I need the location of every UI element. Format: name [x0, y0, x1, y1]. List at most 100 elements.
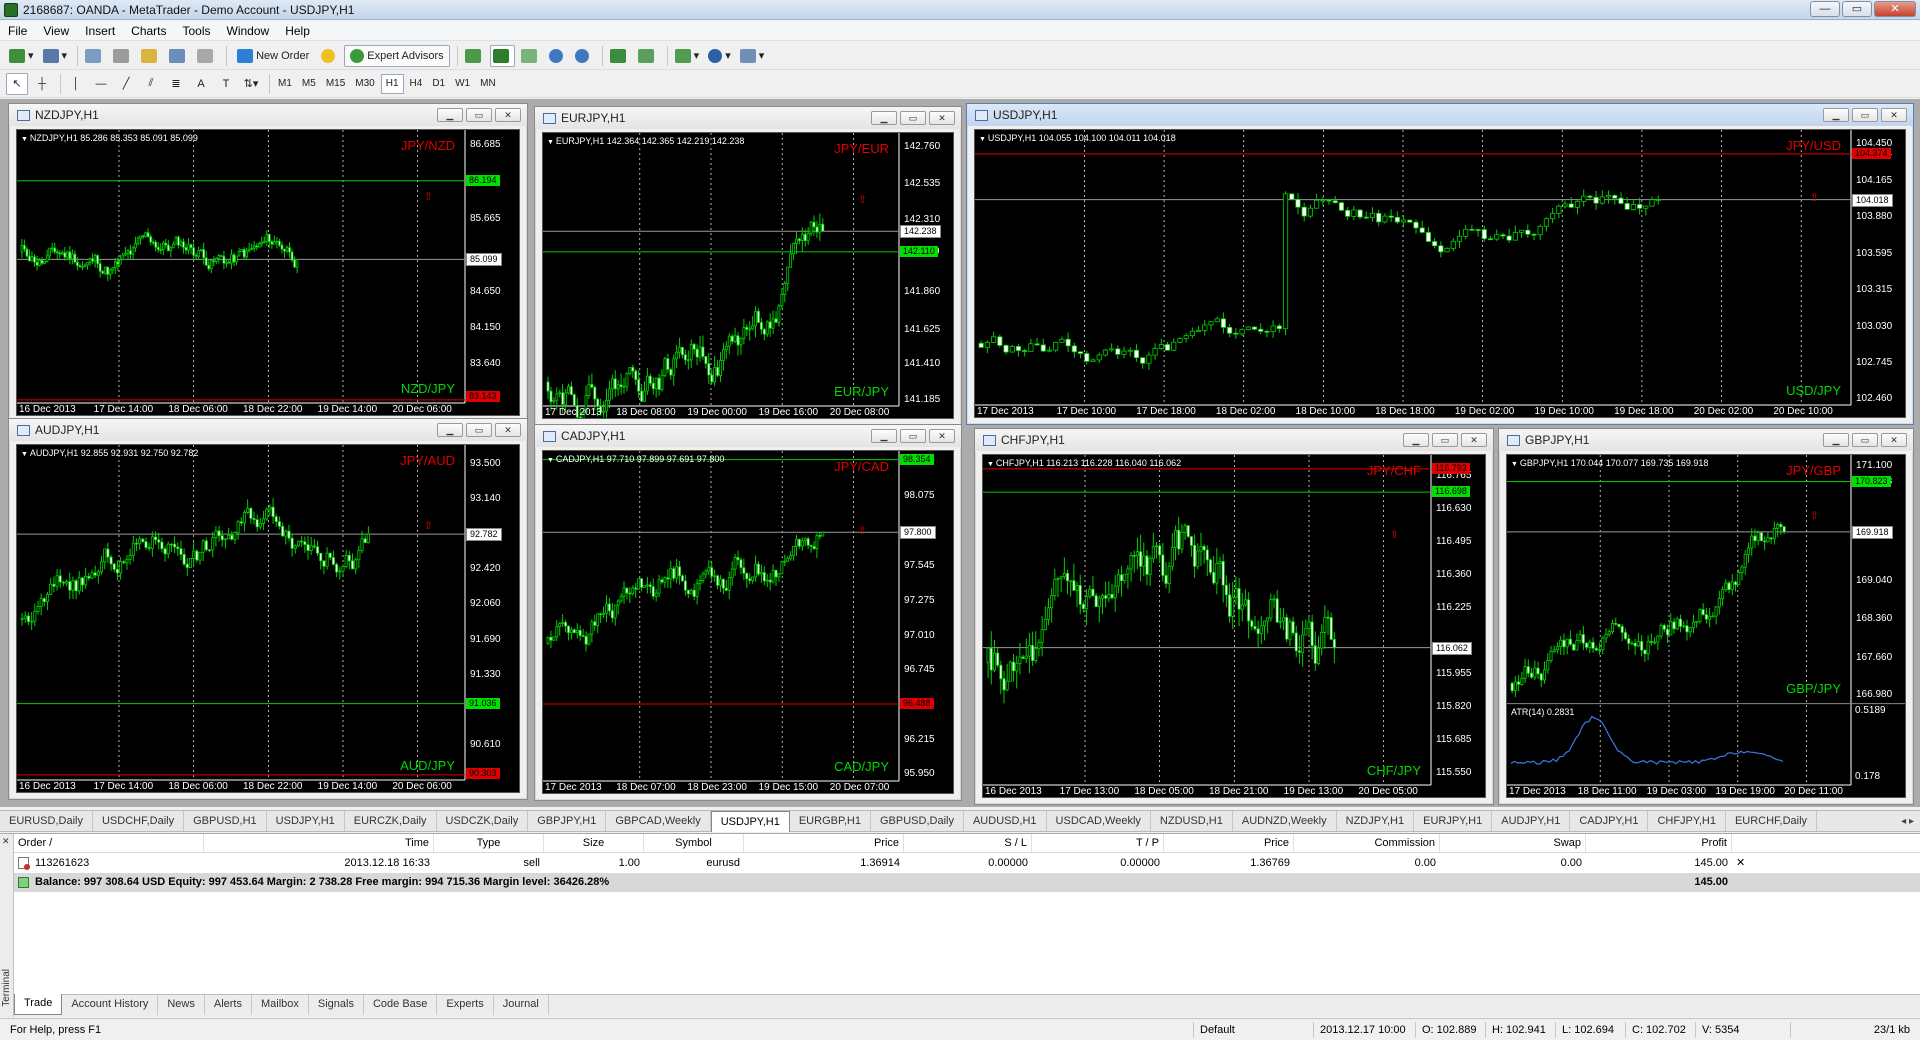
- arrows-tool[interactable]: ⇅▾: [240, 73, 262, 95]
- templates-button[interactable]: ▾: [737, 45, 768, 67]
- trade-arrow-icon[interactable]: ⇧: [1810, 509, 1819, 522]
- text-tool[interactable]: A: [190, 73, 212, 95]
- chart-close-button[interactable]: ✕: [495, 108, 521, 122]
- terminal-tab-signals[interactable]: Signals: [309, 995, 364, 1015]
- menu-tools[interactable]: Tools: [175, 21, 219, 41]
- chart-tab[interactable]: GBPUSD,Daily: [871, 811, 964, 831]
- trade-arrow-icon[interactable]: ⇧: [858, 524, 867, 537]
- menu-insert[interactable]: Insert: [77, 21, 123, 41]
- periods-button[interactable]: ▾: [705, 45, 734, 67]
- data-window-button[interactable]: [110, 45, 135, 67]
- chart-maximize-button[interactable]: ▭: [900, 111, 926, 125]
- chart-maximize-button[interactable]: ▭: [1852, 433, 1878, 447]
- column-header[interactable]: T / P: [1032, 834, 1164, 852]
- trade-arrow-icon[interactable]: ⇧: [1810, 191, 1819, 204]
- chart-window-usdjpy[interactable]: USDJPY,H1 ▁▭✕ USDJPY,H1 104.055 104.100 …: [966, 103, 1914, 425]
- column-header[interactable]: Symbol: [644, 834, 744, 852]
- chart-window-caption[interactable]: GBPJPY,H1 ▁ ▭ ✕: [1499, 429, 1913, 451]
- chart-window-caption[interactable]: CADJPY,H1 ▁ ▭ ✕: [535, 425, 961, 447]
- minimize-button[interactable]: —: [1810, 1, 1840, 17]
- cursor-tool[interactable]: ↖: [6, 72, 28, 95]
- chart-tab[interactable]: EURJPY,H1: [1414, 811, 1493, 831]
- candlestick-button[interactable]: [489, 44, 515, 67]
- chart-tab[interactable]: USDCHF,Daily: [93, 811, 185, 831]
- chart-minimize-button[interactable]: ▁: [1403, 433, 1429, 447]
- terminal-close-icon[interactable]: ✕: [2, 836, 10, 847]
- chart-tab[interactable]: AUDJPY,H1: [1492, 811, 1571, 831]
- column-header[interactable]: Type: [434, 834, 544, 852]
- terminal-tab-account-history[interactable]: Account History: [62, 995, 159, 1015]
- channel-tool[interactable]: ⫽: [140, 73, 162, 95]
- close-order-icon[interactable]: ✕: [1732, 854, 1750, 873]
- chart-plot-area[interactable]: AUDJPY,H1 92.855 92.931 92.750 92.782 JPY…: [16, 444, 520, 793]
- tester-button[interactable]: [194, 45, 219, 67]
- maximize-button[interactable]: ▭: [1842, 1, 1872, 17]
- chart-window-audjpy[interactable]: AUDJPY,H1 ▁▭✕ AUDJPY,H1 92.855 92.931 92…: [8, 418, 528, 800]
- chart-minimize-button[interactable]: ▁: [1823, 433, 1849, 447]
- chart-window-nzdjpy[interactable]: NZDJPY,H1 ▁▭✕ NZDJPY,H1 85.286 85.353 85…: [8, 103, 528, 423]
- chart-maximize-button[interactable]: ▭: [900, 429, 926, 443]
- chart-window-eurjpy[interactable]: EURJPY,H1 ▁▭✕ EURJPY,H1 142.364 142.365 …: [534, 106, 962, 426]
- chart-tab[interactable]: EURGBP,H1: [790, 811, 871, 831]
- zoom-in-button[interactable]: [546, 45, 569, 67]
- trade-arrow-icon[interactable]: ⇧: [1390, 528, 1399, 541]
- chart-window-caption[interactable]: AUDJPY,H1 ▁ ▭ ✕: [9, 419, 527, 441]
- chart-tab[interactable]: CHFJPY,H1: [1648, 811, 1726, 831]
- trade-arrow-icon[interactable]: ⇧: [858, 193, 867, 206]
- chart-plot-area[interactable]: CADJPY,H1 97.710 97.899 97.691 97.800 JPY…: [542, 450, 954, 794]
- terminal-tab-news[interactable]: News: [158, 995, 205, 1015]
- column-header[interactable]: Commission: [1294, 834, 1440, 852]
- terminal-tab-experts[interactable]: Experts: [437, 995, 494, 1015]
- chart-tab[interactable]: GBPCAD,Weekly: [606, 811, 711, 831]
- chart-window-caption[interactable]: CHFJPY,H1 ▁ ▭ ✕: [975, 429, 1493, 451]
- chart-plot-area[interactable]: CHFJPY,H1 116.213 116.228 116.040 116.06…: [982, 454, 1486, 798]
- expert-advisors-button[interactable]: Expert Advisors: [344, 44, 450, 67]
- chart-plot-area[interactable]: EURJPY,H1 142.364 142.365 142.219 142.23…: [542, 132, 954, 419]
- chart-minimize-button[interactable]: ▁: [437, 108, 463, 122]
- timeframe-h4[interactable]: H4: [406, 74, 427, 94]
- terminal-tab-journal[interactable]: Journal: [494, 995, 549, 1015]
- chart-maximize-button[interactable]: ▭: [466, 108, 492, 122]
- timeframe-mn[interactable]: MN: [476, 74, 500, 94]
- timeframe-m1[interactable]: M1: [274, 74, 296, 94]
- menu-help[interactable]: Help: [277, 21, 318, 41]
- trade-arrow-icon[interactable]: ⇧: [424, 190, 433, 203]
- zoom-out-button[interactable]: [572, 45, 595, 67]
- chart-shift-button[interactable]: [635, 45, 660, 67]
- new-chart-button[interactable]: ▾: [6, 45, 37, 67]
- market-watch-button[interactable]: [82, 45, 107, 67]
- chart-minimize-button[interactable]: ▁: [871, 111, 897, 125]
- terminal-tab-trade[interactable]: Trade: [14, 994, 63, 1015]
- terminal-tab-code-base[interactable]: Code Base: [364, 995, 438, 1015]
- bar-chart-button[interactable]: [462, 45, 487, 67]
- chart-maximize-button[interactable]: ▭: [1852, 108, 1878, 122]
- metaeditor-button[interactable]: [318, 45, 341, 67]
- chart-maximize-button[interactable]: ▭: [1432, 433, 1458, 447]
- timeframe-m15[interactable]: M15: [322, 74, 349, 94]
- tab-scroll-arrows[interactable]: ◂ ▸: [1901, 816, 1914, 827]
- chart-tab[interactable]: AUDUSD,H1: [964, 811, 1047, 831]
- trade-arrow-icon[interactable]: ⇧: [424, 519, 433, 532]
- crosshair-tool[interactable]: ┼: [31, 73, 53, 95]
- chart-window-caption[interactable]: NZDJPY,H1 ▁ ▭ ✕: [9, 104, 527, 126]
- chart-tab[interactable]: EURCZK,Daily: [345, 811, 437, 831]
- column-header[interactable]: Size: [544, 834, 644, 852]
- chart-window-caption[interactable]: USDJPY,H1 ▁ ▭ ✕: [967, 104, 1913, 126]
- column-header[interactable]: Time: [204, 834, 434, 852]
- chart-tab[interactable]: GBPJPY,H1: [528, 811, 607, 831]
- timeframe-m5[interactable]: M5: [298, 74, 320, 94]
- column-header[interactable]: Swap: [1440, 834, 1586, 852]
- chart-minimize-button[interactable]: ▁: [437, 423, 463, 437]
- terminal-tab-alerts[interactable]: Alerts: [205, 995, 252, 1015]
- timeframe-h1[interactable]: H1: [380, 73, 404, 94]
- chart-window-cadjpy[interactable]: CADJPY,H1 ▁▭✕ CADJPY,H1 97.710 97.899 97…: [534, 424, 962, 801]
- autoscroll-button[interactable]: [607, 45, 632, 67]
- new-order-button[interactable]: New Order: [231, 45, 315, 67]
- menu-view[interactable]: View: [35, 21, 77, 41]
- chart-tab[interactable]: CADJPY,H1: [1570, 811, 1649, 831]
- chart-tab[interactable]: USDCAD,Weekly: [1047, 811, 1151, 831]
- chart-plot-area[interactable]: ATR(14) 0.2831 0.5189 0.178 GBPJPY,H1 170.0…: [1506, 454, 1906, 798]
- column-header[interactable]: Price: [744, 834, 904, 852]
- horizontal-line-tool[interactable]: —: [90, 73, 112, 95]
- vertical-line-tool[interactable]: │: [65, 73, 87, 95]
